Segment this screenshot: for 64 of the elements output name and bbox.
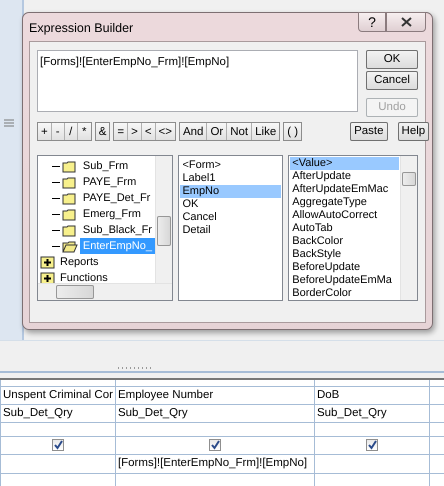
list-item[interactable]: BeforeUpdateEmMa: [290, 274, 399, 287]
tree-item[interactable]: Sub_Frm: [80, 158, 131, 174]
list-item[interactable]: AllowAutoCorrect: [290, 209, 399, 222]
tree-item[interactable]: Functions: [60, 270, 108, 286]
operator-button[interactable]: &: [96, 123, 110, 140]
list-item[interactable]: <Value>: [290, 157, 399, 170]
field-name: DoB: [316, 388, 340, 400]
close-icon: [400, 17, 412, 27]
table-name: Sub_Det_Qry: [118, 406, 188, 419]
operator-button[interactable]: <>: [156, 123, 175, 140]
operator-button[interactable]: Like: [252, 123, 280, 140]
table-name: Sub_Det_Qry: [316, 406, 387, 419]
list-item[interactable]: EmpNo: [180, 185, 282, 198]
tree-item[interactable]: PAYE_Det_Fr: [80, 190, 154, 206]
tree-item[interactable]: Sub_Black_Fr: [80, 222, 155, 238]
show-checkbox[interactable]: [52, 438, 64, 451]
show-checkbox[interactable]: [208, 438, 221, 451]
operator-button[interactable]: ( ): [284, 123, 302, 140]
close-button[interactable]: [386, 12, 426, 32]
tree-item[interactable]: PAYE_Frm: [80, 174, 140, 190]
list-item[interactable]: Cancel: [180, 211, 282, 224]
horizontal-scrollbar[interactable]: [38, 283, 172, 300]
list-item[interactable]: BeforeUpdate: [290, 261, 399, 274]
help-button[interactable]: ?: [358, 12, 386, 32]
list-item[interactable]: BackStyle: [290, 248, 399, 261]
list-item[interactable]: Label1: [180, 172, 282, 185]
dialog-button[interactable]: Cancel: [366, 71, 418, 90]
expression-field[interactable]: [Forms]![EnterEmpNo_Frm]![EmpNo]: [37, 50, 358, 112]
operator-button[interactable]: =: [114, 123, 128, 140]
operator-button[interactable]: *: [78, 123, 91, 140]
operator-button[interactable]: +: [38, 123, 52, 140]
help-button[interactable]: Help: [398, 122, 430, 141]
list-item[interactable]: AfterUpdateEmMac: [290, 183, 399, 196]
list-item[interactable]: BackColor: [290, 235, 399, 248]
operator-button[interactable]: And: [180, 123, 208, 140]
show-checkbox[interactable]: [366, 438, 378, 451]
operator-button[interactable]: >: [128, 123, 142, 140]
list-item[interactable]: Detail: [180, 224, 282, 237]
table-name: Sub_Det_Qry: [3, 406, 73, 419]
tree-item[interactable]: Reports: [60, 254, 99, 270]
plus-folder-icon[interactable]: [40, 256, 56, 268]
list-item[interactable]: BorderColor: [290, 287, 399, 300]
field-name: Employee Number: [118, 388, 214, 400]
operator-button[interactable]: Not: [227, 123, 252, 140]
list-item[interactable]: OK: [180, 198, 282, 211]
operator-button[interactable]: <: [142, 123, 156, 140]
criteria-text: [Forms]![EnterEmpNo_Frm]![EmpNo]: [118, 457, 308, 470]
window-title: Expression Builder: [29, 20, 134, 37]
paste-button[interactable]: Paste: [350, 122, 388, 141]
list-item[interactable]: AggregateType: [290, 196, 399, 209]
list-item[interactable]: <Form>: [180, 159, 282, 172]
list-item[interactable]: AfterUpdate: [290, 170, 399, 183]
operator-button[interactable]: -: [52, 123, 65, 140]
splitter-grip-icon[interactable]: [118, 367, 154, 370]
tree-item[interactable]: Emerg_Frm: [80, 206, 144, 222]
operator-button[interactable]: Or: [207, 123, 228, 140]
operator-button[interactable]: /: [64, 123, 78, 140]
plus-folder-icon[interactable]: [40, 272, 56, 284]
vertical-scrollbar[interactable]: [400, 156, 417, 300]
grip-icon[interactable]: [4, 119, 14, 127]
list-item[interactable]: AutoTab: [290, 222, 399, 235]
dialog-button[interactable]: OK: [366, 50, 418, 69]
field-name: Unspent Criminal Cor: [3, 388, 113, 400]
vertical-scrollbar[interactable]: [155, 156, 172, 284]
